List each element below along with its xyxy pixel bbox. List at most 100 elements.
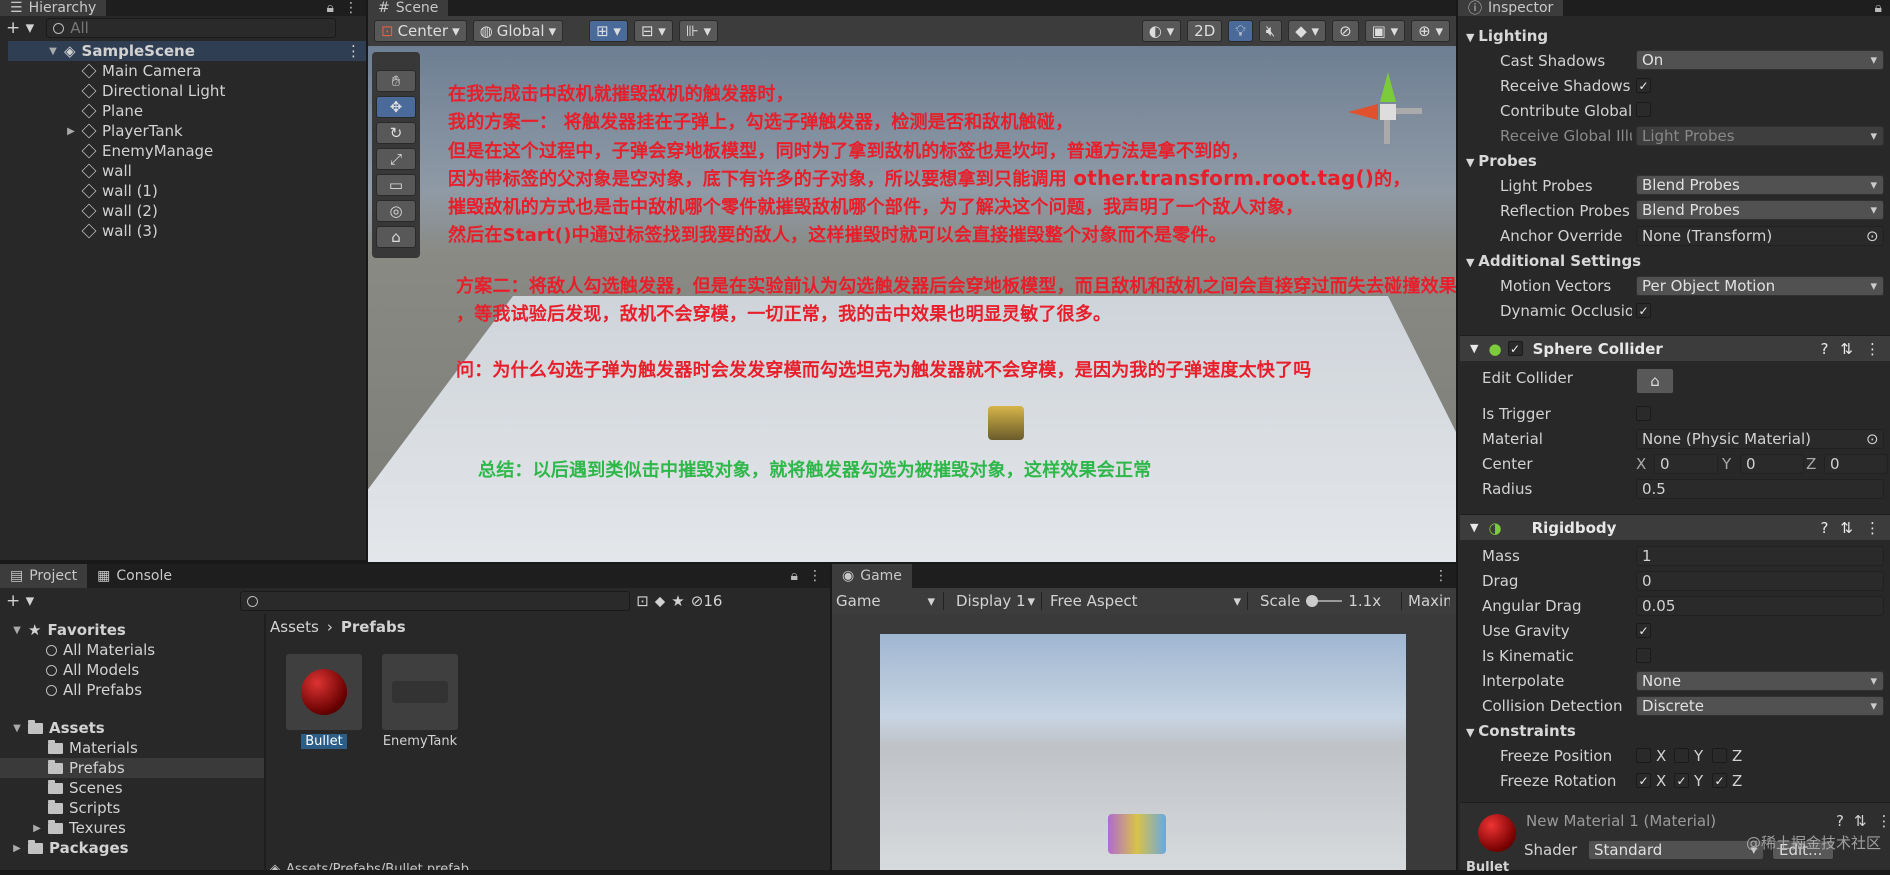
- freeze-position-y-checkbox[interactable]: [1674, 748, 1689, 763]
- center-cy-field[interactable]: 0: [1740, 454, 1804, 474]
- use-gravity-checkbox[interactable]: ✓: [1636, 623, 1651, 638]
- help-icon[interactable]: ?: [1820, 519, 1828, 537]
- aspect-dropdown[interactable]: Free Aspect ▾: [1042, 592, 1248, 610]
- asset-folder[interactable]: ▶ Texures: [12, 818, 264, 838]
- hierarchy-item[interactable]: Plane: [66, 101, 225, 121]
- object-picker-icon[interactable]: ⊙: [1866, 430, 1879, 448]
- effects-toggle-icon[interactable]: ◆ ▾: [1288, 20, 1327, 42]
- asset-folder[interactable]: Scripts: [12, 798, 264, 818]
- is-kinematic-checkbox[interactable]: [1636, 648, 1651, 663]
- favorites-header[interactable]: ▼ ★ Favorites: [12, 620, 264, 640]
- motion-vectors-dropdown[interactable]: Per Object Motion: [1636, 276, 1884, 296]
- create-button[interactable]: + ▾: [6, 591, 34, 611]
- game-tab[interactable]: ◉ Game: [832, 564, 912, 588]
- light-probes-dropdown[interactable]: Blend Probes: [1636, 175, 1884, 195]
- expand-arrow-icon[interactable]: ▶: [66, 126, 76, 137]
- more-icon[interactable]: ⋮: [344, 0, 358, 16]
- more-icon[interactable]: ⋮: [1434, 568, 1448, 584]
- hierarchy-item[interactable]: wall (3): [66, 221, 225, 241]
- expand-arrow-icon[interactable]: ▼: [48, 46, 58, 57]
- rotate-tool-icon[interactable]: ↻: [376, 122, 416, 144]
- preset-icon[interactable]: ⇅: [1840, 340, 1853, 358]
- hidden-count[interactable]: ⊘16: [691, 592, 723, 610]
- scale-tool-icon[interactable]: ⤢: [376, 148, 416, 170]
- edit-collider-button[interactable]: ⌂: [1636, 368, 1674, 394]
- expand-arrow-icon[interactable]: ▶: [12, 843, 22, 854]
- reflection-probes-dropdown[interactable]: Blend Probes: [1636, 200, 1884, 220]
- breadcrumb-prefabs[interactable]: Prefabs: [341, 618, 406, 636]
- asset-folder[interactable]: Scenes: [12, 778, 264, 798]
- game-mode-dropdown[interactable]: Game ▾: [832, 592, 944, 610]
- asset-folder[interactable]: Prefabs: [0, 758, 264, 778]
- interpolate-dropdown[interactable]: None: [1636, 671, 1884, 691]
- rect-tool-icon[interactable]: ▭: [376, 174, 416, 196]
- scene-tab[interactable]: # Scene: [368, 0, 449, 16]
- expand-arrow-icon[interactable]: ▼: [12, 723, 22, 734]
- sphere-collider-header[interactable]: ▼ ● ✓ Sphere Collider? ⇅ ⋮: [1460, 335, 1890, 361]
- material-field[interactable]: None (Physic Material): [1636, 429, 1884, 449]
- lighting-section[interactable]: ▼ Lighting: [1466, 27, 1548, 45]
- lock-icon[interactable]: 🔒︎: [1875, 0, 1882, 16]
- snap-button[interactable]: ⊞ ▾: [589, 20, 628, 42]
- custom-tool-icon[interactable]: ⌂: [376, 226, 416, 248]
- expand-arrow-icon[interactable]: ▶: [32, 823, 42, 834]
- more-icon[interactable]: ⋮: [1865, 340, 1880, 358]
- space-dropdown[interactable]: ◍ Global ▾: [472, 20, 564, 42]
- filter-type-icon[interactable]: ⊡: [636, 592, 649, 610]
- fold-arrow-icon[interactable]: ▼: [1470, 521, 1478, 534]
- hierarchy-item[interactable]: Directional Light: [66, 81, 225, 101]
- angular-drag-field[interactable]: 0.05: [1636, 596, 1884, 616]
- freeze-rotation-x-checkbox[interactable]: ✓: [1636, 773, 1651, 788]
- freeze-rotation-z-checkbox[interactable]: ✓: [1712, 773, 1727, 788]
- transform-tool-icon[interactable]: ◎: [376, 200, 416, 222]
- more-icon[interactable]: ⋮: [1865, 519, 1880, 537]
- preset-icon[interactable]: ⇅: [1854, 812, 1867, 830]
- camera-icon[interactable]: ▣ ▾: [1364, 20, 1406, 42]
- project-divider[interactable]: [264, 614, 266, 870]
- grid-snap-button[interactable]: ⊟ ▾: [633, 20, 673, 42]
- orientation-gizmo[interactable]: [1348, 70, 1428, 150]
- scene-row[interactable]: ▼ ◈ SampleScene: [48, 41, 195, 61]
- more-icon[interactable]: ⋮: [1877, 812, 1890, 830]
- dynamic-occlusion-checkbox[interactable]: ✓: [1636, 303, 1651, 318]
- lighting-toggle-icon[interactable]: 💡︎: [1228, 20, 1253, 42]
- pivot-dropdown[interactable]: ⊡ Center ▾: [374, 20, 467, 42]
- rigidbody-header[interactable]: ▼ ◑ Rigidbody? ⇅ ⋮: [1460, 514, 1890, 540]
- favorite-item[interactable]: All Materials: [12, 640, 264, 660]
- receive-shadows-checkbox[interactable]: ✓: [1636, 78, 1651, 93]
- freeze-position-x-checkbox[interactable]: [1636, 748, 1651, 763]
- help-icon[interactable]: ?: [1836, 812, 1844, 830]
- project-search[interactable]: [240, 591, 631, 611]
- hidden-toggle-icon[interactable]: ⊘: [1332, 20, 1359, 42]
- hand-tool-icon[interactable]: ✋︎: [376, 70, 416, 92]
- draw-mode-button[interactable]: ◐ ▾: [1141, 20, 1182, 42]
- display-dropdown[interactable]: Display 1 ▾: [944, 592, 1042, 610]
- freeze-position-z-checkbox[interactable]: [1712, 748, 1727, 763]
- inspector-tab[interactable]: ⓘ Inspector: [1458, 0, 1564, 17]
- sphere-collider-enabled[interactable]: ✓: [1507, 341, 1523, 356]
- breadcrumb-assets[interactable]: Assets: [270, 618, 319, 636]
- asset-enemytank[interactable]: EnemyTank: [378, 654, 462, 749]
- constraints-section[interactable]: ▼ Constraints: [1466, 722, 1576, 740]
- project-tab[interactable]: ▤ Project: [0, 564, 88, 588]
- drag-field[interactable]: 0: [1636, 571, 1884, 591]
- center-cx-field[interactable]: 0: [1654, 454, 1718, 474]
- mode-2d-button[interactable]: 2D: [1187, 20, 1223, 42]
- additional-settings-section[interactable]: ▼ Additional Settings: [1466, 252, 1641, 270]
- audio-toggle-icon[interactable]: 🔇︎: [1258, 20, 1283, 42]
- hierarchy-item[interactable]: ▶ PlayerTank: [66, 121, 225, 141]
- packages-header[interactable]: ▶ Packages: [12, 838, 264, 858]
- assets-header[interactable]: ▼ Assets: [12, 718, 264, 738]
- freeze-rotation-y-checkbox[interactable]: ✓: [1674, 773, 1689, 788]
- asset-bullet[interactable]: Bullet: [284, 654, 364, 749]
- more-icon[interactable]: ⋮: [808, 568, 822, 584]
- lock-icon[interactable]: 🔒︎: [791, 568, 798, 584]
- favorite-item[interactable]: All Prefabs: [12, 680, 264, 700]
- asset-folder[interactable]: Materials: [12, 738, 264, 758]
- favorite-icon[interactable]: ★: [671, 592, 684, 610]
- help-icon[interactable]: ?: [1820, 340, 1828, 358]
- preset-icon[interactable]: ⇅: [1840, 519, 1853, 537]
- scale-slider[interactable]: Scale 1.1x: [1248, 592, 1402, 610]
- hierarchy-item[interactable]: wall: [66, 161, 225, 181]
- fold-arrow-icon[interactable]: ▼: [1466, 726, 1478, 739]
